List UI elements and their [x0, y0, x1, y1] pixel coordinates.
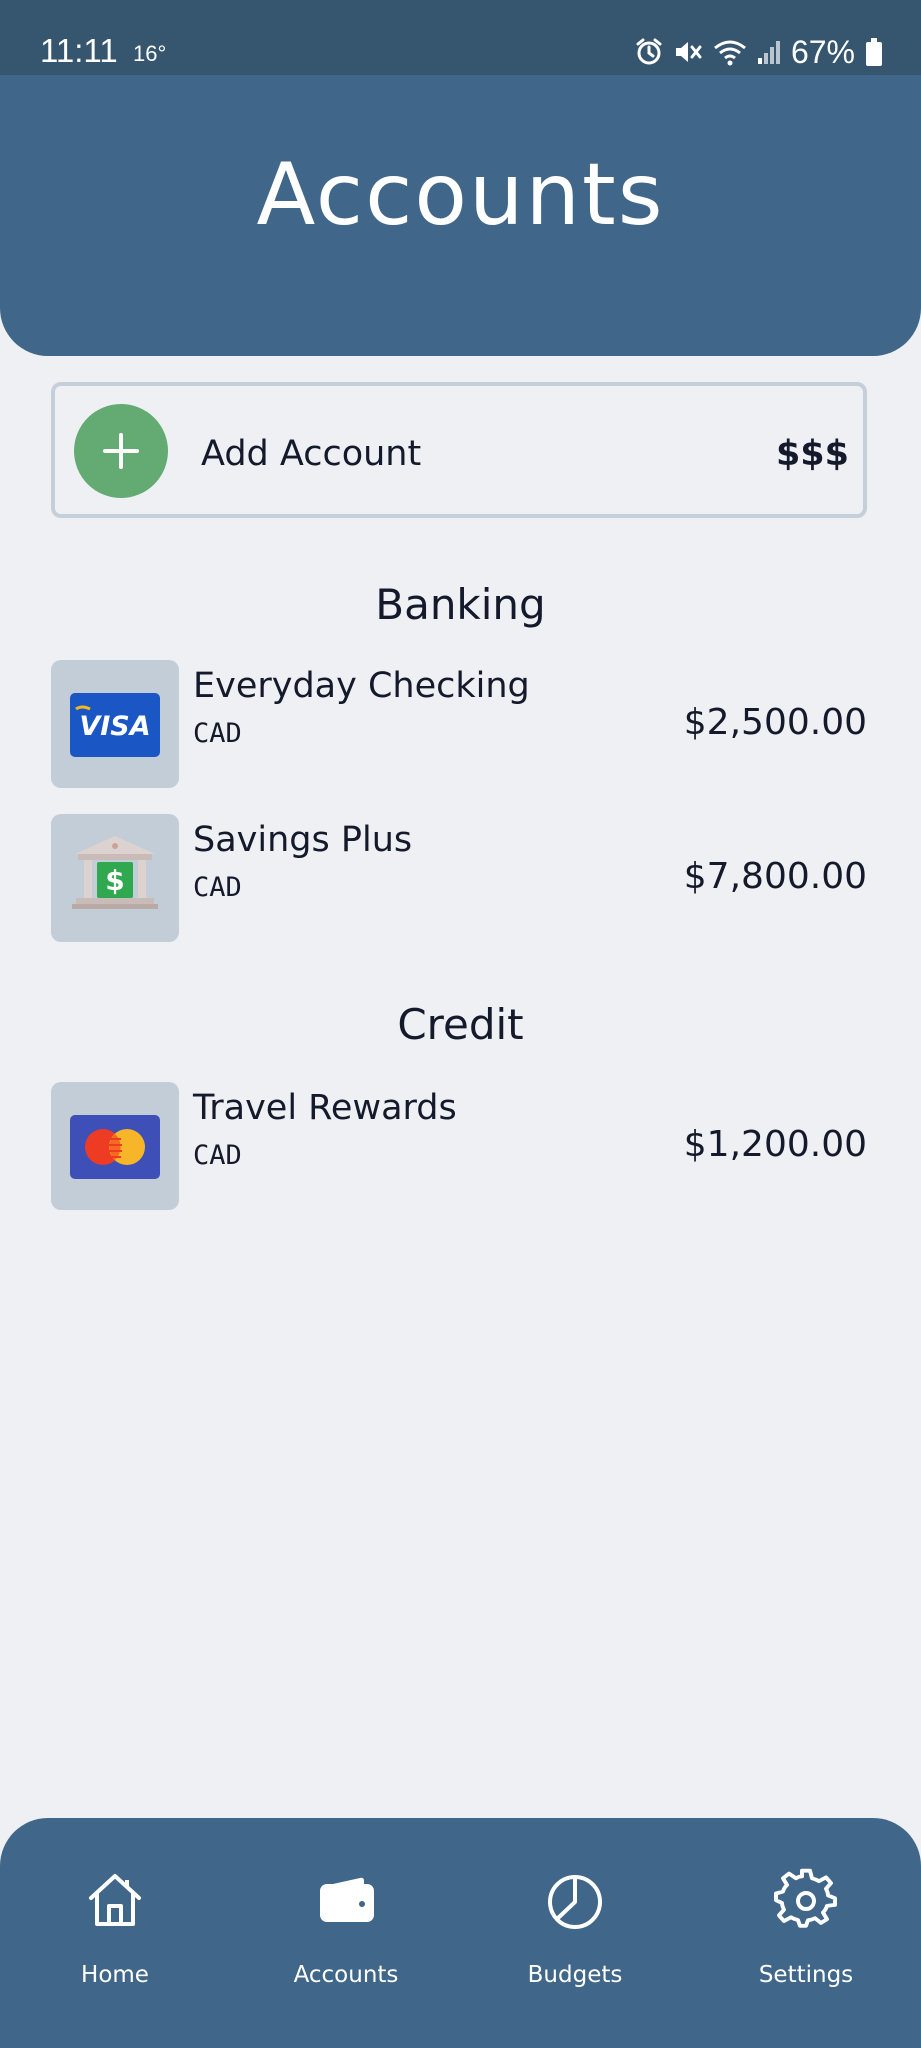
nav-item-accounts[interactable]: Accounts [246, 1868, 446, 2018]
account-name: Everyday Checking [193, 666, 530, 706]
gear-icon [774, 1868, 837, 1928]
nav-label: Settings [758, 1962, 854, 1988]
nav-label: Accounts [293, 1962, 399, 1988]
wallet-icon [320, 1877, 374, 1922]
status-time: 11:11 [40, 32, 118, 69]
page-title: Accounts [256, 145, 665, 245]
status-temperature: 16° [133, 41, 167, 66]
bank-icon: $ [51, 814, 179, 942]
svg-text:$: $ [105, 864, 124, 897]
alarm-icon [635, 38, 663, 66]
add-account-label: Add Account [201, 434, 422, 474]
nav-item-budgets[interactable]: Budgets [475, 1868, 675, 2018]
home-icon [89, 1874, 141, 1926]
account-currency: CAD [193, 718, 242, 749]
svg-text:VISA: VISA [79, 711, 150, 742]
nav-label: Budgets [527, 1962, 623, 1988]
account-balance: $7,800.00 [683, 856, 867, 897]
nav-label: Home [81, 1962, 149, 1988]
account-row-everyday-checking[interactable]: VISA Everyday Checking CAD $2,500.00 [51, 660, 867, 788]
account-balance: $1,200.00 [683, 1124, 867, 1165]
account-currency: CAD [193, 1140, 242, 1171]
signal-icon [757, 38, 781, 66]
plus-icon [74, 404, 168, 498]
section-heading-banking: Banking [375, 580, 546, 629]
mastercard-icon [51, 1082, 179, 1210]
mute-icon [673, 38, 703, 66]
nav-item-settings[interactable]: Settings [706, 1868, 906, 2018]
section-heading-credit: Credit [397, 1000, 524, 1049]
pie-chart-icon [548, 1875, 602, 1929]
visa-card-icon: VISA [51, 660, 179, 788]
battery-percentage: 67% [790, 33, 855, 70]
account-row-savings-plus[interactable]: $ Savings Plus CAD $7,800.00 [51, 814, 867, 942]
bottom-nav: Home Accounts Budgets Settings [0, 1818, 921, 2048]
wifi-icon [713, 38, 747, 66]
status-bar: 11:11 16° 67% [0, 0, 921, 75]
add-account-amount: $$$ [775, 434, 849, 474]
add-account-button[interactable]: Add Account $$$ [51, 382, 867, 518]
account-name: Travel Rewards [193, 1088, 457, 1128]
status-icons: 67% [635, 32, 883, 72]
account-balance: $2,500.00 [683, 702, 867, 743]
battery-icon [865, 37, 883, 67]
header: Accounts [0, 75, 921, 356]
account-currency: CAD [193, 872, 242, 903]
account-name: Savings Plus [193, 820, 413, 860]
nav-item-home[interactable]: Home [15, 1868, 215, 2018]
account-row-travel-rewards[interactable]: Travel Rewards CAD $1,200.00 [51, 1082, 867, 1210]
